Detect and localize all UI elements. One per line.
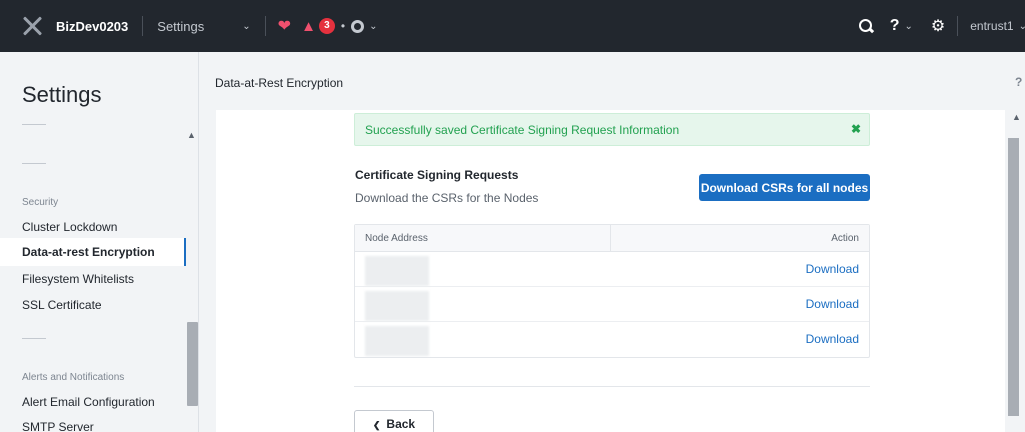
column-header-node-address: Node Address [355, 225, 611, 251]
search-icon[interactable] [858, 18, 874, 34]
user-menu[interactable]: entrust1 [970, 19, 1013, 33]
sidebar-scrollbar[interactable] [187, 322, 198, 406]
table-header: Node Address Action [355, 225, 869, 252]
success-banner: Successfully saved Certificate Signing R… [354, 113, 870, 146]
alert-count-badge[interactable]: 3 [318, 18, 335, 34]
tasks-circle-icon[interactable] [351, 19, 365, 33]
chevron-down-icon[interactable]: ⌄ [242, 21, 250, 32]
sidebar-divider [22, 338, 46, 339]
sidebar-divider [22, 124, 46, 125]
redacted-address [365, 291, 429, 321]
scroll-up-arrow-icon[interactable]: ▲ [1012, 112, 1021, 122]
main-scrollbar-thumb[interactable] [1008, 138, 1019, 416]
download-link[interactable]: Download [806, 332, 859, 346]
table-row: Download [355, 322, 869, 357]
chevron-down-icon[interactable]: ⌄ [1019, 21, 1025, 32]
main-content: Data-at-Rest Encryption ? Successfully s… [200, 52, 1025, 432]
alert-bell-icon[interactable]: ▲ [301, 18, 316, 35]
chevron-down-icon[interactable]: ⌄ [369, 21, 377, 32]
back-label: Back [386, 417, 416, 431]
sidebar-section-security: Security [22, 197, 59, 208]
redacted-address [365, 256, 429, 286]
back-button[interactable]: ❮ Back [354, 410, 434, 432]
divider [957, 16, 959, 36]
table-row: Download [355, 252, 869, 287]
download-link[interactable]: Download [806, 262, 859, 276]
encryption-panel: Successfully saved Certificate Signing R… [216, 110, 1005, 432]
node-address-cell [355, 287, 611, 321]
csr-subtitle: Download the CSRs for the Nodes [355, 191, 539, 205]
chevron-down-icon[interactable]: ⌄ [905, 21, 913, 32]
chevron-left-icon: ❮ [372, 420, 381, 430]
node-address-cell [355, 322, 611, 357]
sidebar-item-data-at-rest-encryption[interactable]: Data-at-rest Encryption [0, 238, 186, 266]
sidebar-divider [22, 163, 46, 164]
scroll-up-arrow-icon[interactable]: ▲ [187, 130, 196, 140]
help-icon[interactable]: ? [890, 17, 900, 35]
table-row: Download [355, 287, 869, 322]
nutanix-logo-icon[interactable] [22, 16, 42, 36]
csr-heading: Certificate Signing Requests [355, 168, 519, 182]
sidebar-item-smtp-server[interactable]: SMTP Server [22, 420, 185, 432]
panel-divider [354, 386, 870, 387]
divider [142, 16, 144, 36]
sidebar-title: Settings [22, 82, 102, 107]
divider [264, 16, 266, 36]
topbar-right: ? ⌄ ⚙ entrust1 ⌄ [858, 0, 1025, 52]
close-icon[interactable]: ✖ [851, 122, 861, 136]
section-breadcrumb[interactable]: Settings [157, 19, 204, 34]
sidebar-item-filesystem-whitelists[interactable]: Filesystem Whitelists [22, 272, 185, 286]
sidebar-item-alert-email-configuration[interactable]: Alert Email Configuration [22, 395, 185, 409]
dot-separator: • [340, 19, 346, 33]
settings-sidebar: Settings ▲ Security Cluster Lockdown Dat… [0, 52, 199, 432]
success-message: Successfully saved Certificate Signing R… [365, 122, 680, 137]
gear-icon[interactable]: ⚙ [931, 16, 945, 36]
page-help-icon[interactable]: ? [1015, 75, 1022, 89]
cluster-name[interactable]: BizDev0203 [56, 19, 128, 34]
redacted-address [365, 326, 429, 356]
sidebar-item-ssl-certificate[interactable]: SSL Certificate [22, 298, 185, 312]
sidebar-section-alerts: Alerts and Notifications [22, 372, 125, 383]
download-all-csrs-button[interactable]: Download CSRs for all nodes [699, 174, 870, 201]
sidebar-item-cluster-lockdown[interactable]: Cluster Lockdown [22, 220, 185, 234]
page-title: Data-at-Rest Encryption [215, 76, 344, 90]
top-navbar: BizDev0203 Settings ⌄ ❤ ▲ 3 • ⌄ ? ⌄ ⚙ en… [0, 0, 1025, 52]
health-heart-icon[interactable]: ❤ [278, 16, 291, 36]
download-link[interactable]: Download [806, 297, 859, 311]
node-address-cell [355, 252, 611, 286]
csr-table: Node Address Action Download Download Do… [354, 224, 870, 358]
column-header-action: Action [831, 233, 859, 244]
